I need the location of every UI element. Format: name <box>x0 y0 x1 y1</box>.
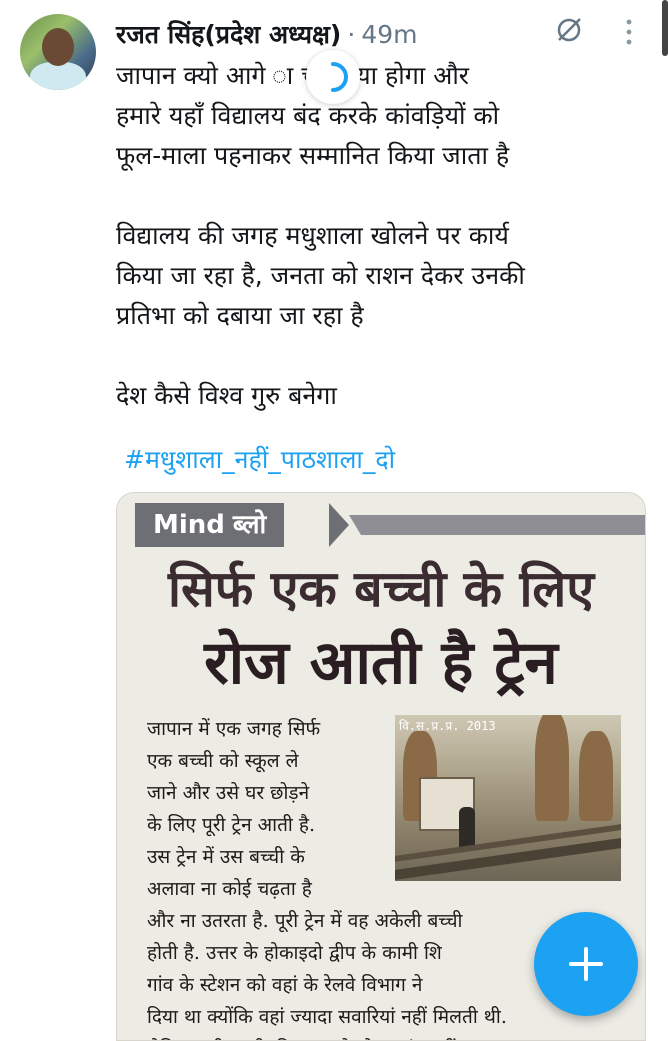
avatar-shirt <box>30 62 86 90</box>
tweet-paragraph-3: देश कैसे विश्व गुरु बनेगा <box>116 381 337 410</box>
person <box>459 807 475 849</box>
photo-caption: वि.स.प्र.प्र. 2013 <box>399 719 496 733</box>
avatar-face <box>42 28 74 66</box>
tweet-paragraph-2: विद्यालय की जगह मधुशाला खोलने पर कार्य क… <box>116 221 525 330</box>
tree <box>579 731 613 821</box>
tweet-header: रजत सिंह(प्रदेश अध्यक्ष) · 49m <box>116 14 418 54</box>
newspaper-headline-line2: रोज आती है ट्रेन <box>204 628 558 698</box>
banner-tail <box>329 503 349 547</box>
train-station-photo: वि.स.प्र.प्र. 2013 <box>395 715 621 881</box>
time-separator: · <box>347 19 356 49</box>
article-line: लेकिन उसी बच्ची की वजह से स्टेशन बंद नही… <box>147 1033 617 1040</box>
hashtag-link[interactable]: #मधुशाला_नहीं_पाठशाला_दो <box>124 442 395 476</box>
compose-tweet-button[interactable] <box>534 912 638 1016</box>
avatar[interactable] <box>20 14 96 90</box>
banner-brand: Mind <box>153 510 225 540</box>
plus-icon <box>569 947 603 981</box>
loading-spinner-icon <box>306 50 360 104</box>
newspaper-banner: Mind ब्लो <box>135 503 285 547</box>
article-line: अलावा ना कोई चढ़ता है <box>147 878 312 900</box>
more-vertical-icon[interactable] <box>619 18 639 46</box>
author-name[interactable]: रजत सिंह(प्रदेश अध्यक्ष) <box>116 17 341 51</box>
tree <box>535 715 569 821</box>
banner-suffix: ब्लो <box>232 510 267 540</box>
scrollbar[interactable] <box>662 0 668 56</box>
tweet-text: जापान क्यो आगे ा चल गया होगा और हमारे यह… <box>116 56 636 416</box>
article-line: उस ट्रेन में उस बच्ची के <box>147 846 305 868</box>
article-column-left: जापान में एक जगह सिर्फ एक बच्ची को स्कूल… <box>147 713 395 905</box>
do-not-disturb-icon[interactable] <box>553 14 585 46</box>
banner-stripe <box>349 515 645 535</box>
article-line: के लिए पूरी ट्रेन आती है. <box>147 814 316 836</box>
tweet-time[interactable]: 49m <box>361 20 417 49</box>
article-line: एक बच्ची को स्कूल ले <box>147 750 299 772</box>
newspaper-headline-line1: सिर्फ एक बच्ची के लिए <box>168 560 594 618</box>
article-line: दिया था क्योंकि वहां ज्यादा सवारियां नही… <box>147 1006 507 1028</box>
article-line: जाने और उसे घर छोड़ने <box>147 782 310 804</box>
tweet-paragraph-1: जापान क्यो आगे ा चल गया होगा और हमारे यह… <box>116 61 510 170</box>
article-line: जापान में एक जगह सिर्फ <box>147 718 321 740</box>
